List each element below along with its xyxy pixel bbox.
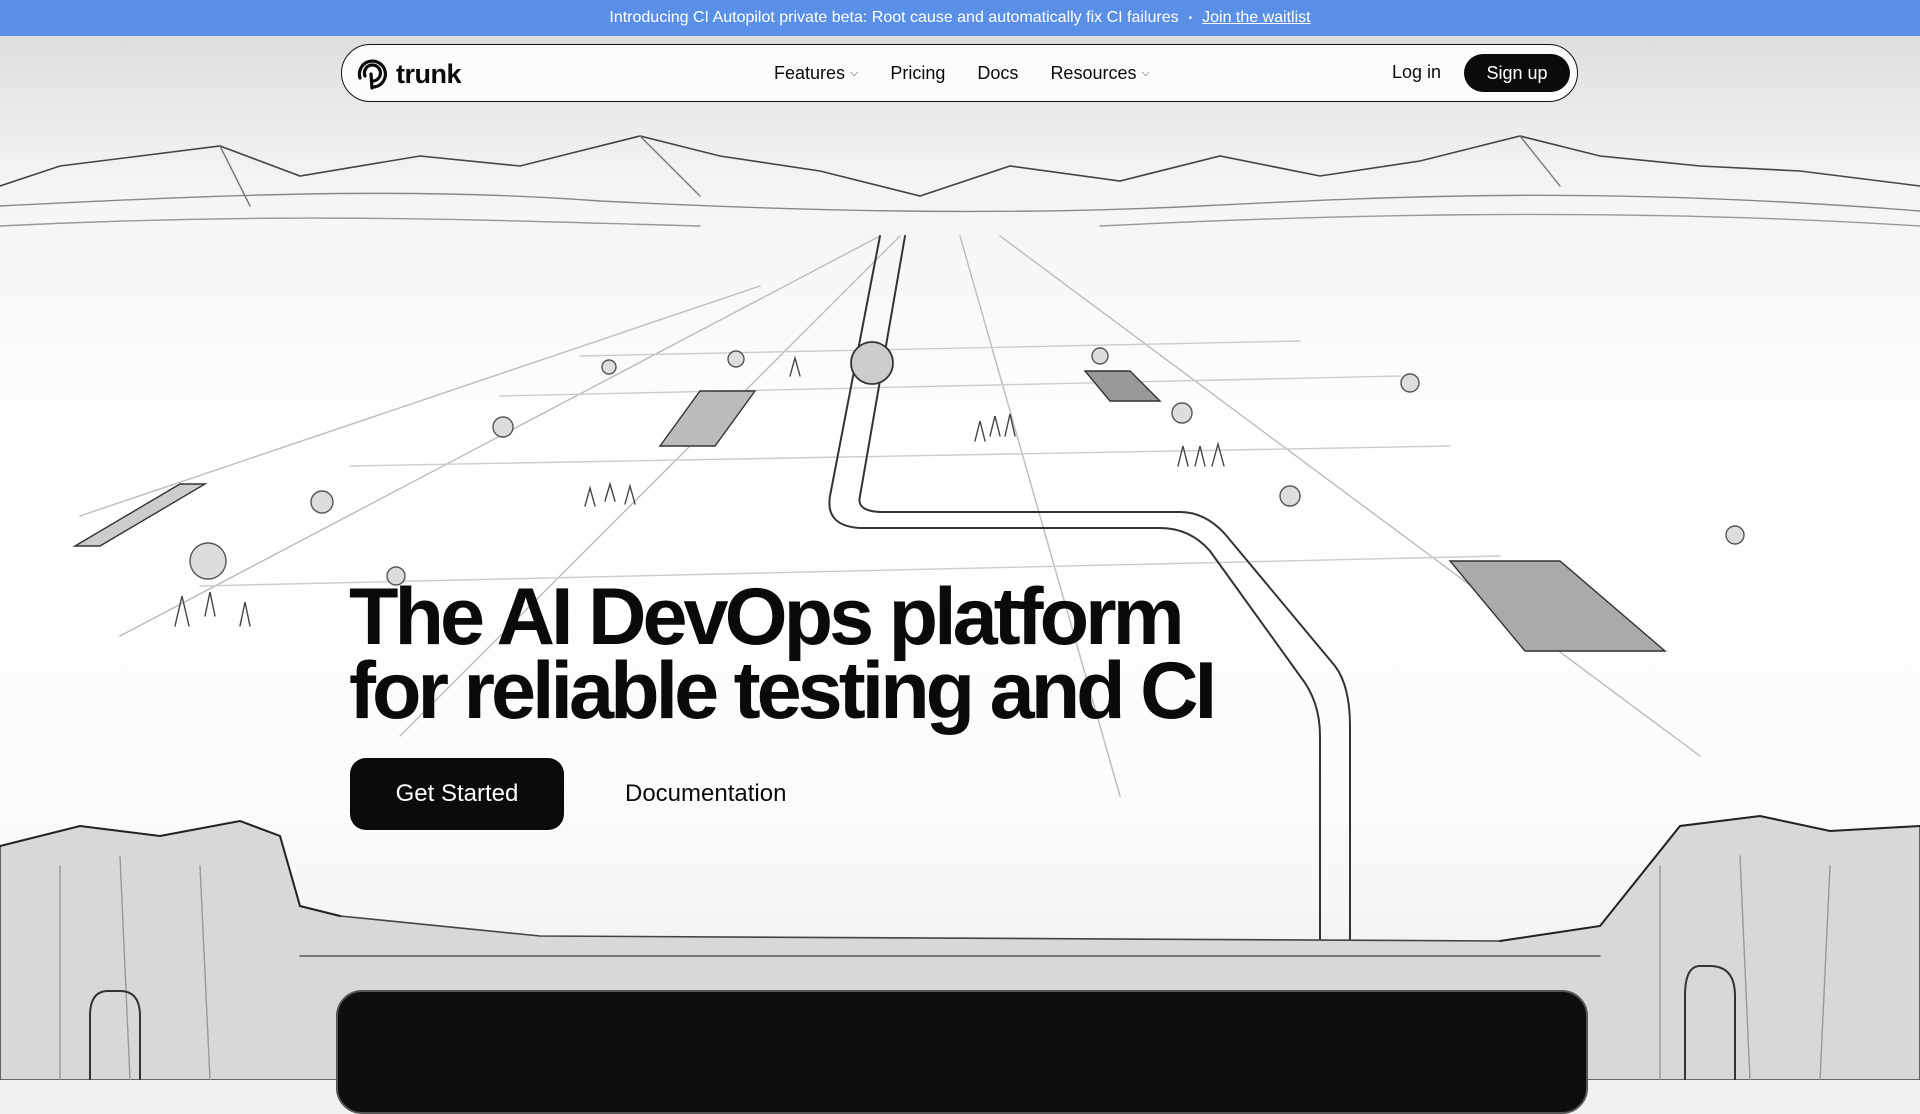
nav-item-features[interactable]: Features ⌵ bbox=[774, 63, 858, 84]
hero-title-line-2: for reliable testing and CI bbox=[349, 646, 1217, 736]
signup-button[interactable]: Sign up bbox=[1464, 54, 1570, 92]
hero-title: The AI DevOps platform for reliable test… bbox=[349, 572, 1249, 736]
nav-item-label: Resources bbox=[1050, 62, 1137, 83]
nav-item-label: Docs bbox=[977, 62, 1019, 83]
announcement-banner: Introducing CI Autopilot private beta: R… bbox=[0, 0, 1920, 36]
nav-item-label: Features bbox=[774, 62, 846, 83]
banner-separator: • bbox=[1188, 12, 1193, 24]
nav-item-pricing[interactable]: Pricing bbox=[890, 63, 945, 84]
trunk-logo-icon bbox=[357, 59, 387, 90]
get-started-button[interactable]: Get Started bbox=[350, 758, 564, 830]
main-navbar: trunk Features ⌵ Pricing Docs Resources … bbox=[341, 44, 1578, 102]
banner-text: Introducing CI Autopilot private beta: R… bbox=[609, 9, 1179, 26]
chevron-down-icon: ⌵ bbox=[1141, 66, 1150, 79]
brand-name: trunk bbox=[396, 58, 462, 89]
brand-logo[interactable]: trunk bbox=[352, 54, 462, 94]
join-waitlist-link[interactable]: Join the waitlist bbox=[1202, 9, 1311, 27]
nav-item-docs[interactable]: Docs bbox=[977, 63, 1018, 84]
sketch-landscape-illustration bbox=[0, 135, 1920, 1080]
hero-title-line-1: The AI DevOps platform bbox=[349, 572, 1185, 662]
chevron-down-icon: ⌵ bbox=[850, 66, 859, 79]
nav-links: Features ⌵ Pricing Docs Resources ⌵ bbox=[774, 45, 1150, 101]
hero-illustration bbox=[0, 36, 1920, 1080]
nav-item-resources[interactable]: Resources ⌵ bbox=[1050, 63, 1149, 84]
product-preview-panel bbox=[336, 990, 1588, 1114]
login-link[interactable]: Log in bbox=[1392, 62, 1441, 83]
nav-item-label: Pricing bbox=[890, 62, 946, 83]
documentation-link[interactable]: Documentation bbox=[625, 780, 786, 808]
